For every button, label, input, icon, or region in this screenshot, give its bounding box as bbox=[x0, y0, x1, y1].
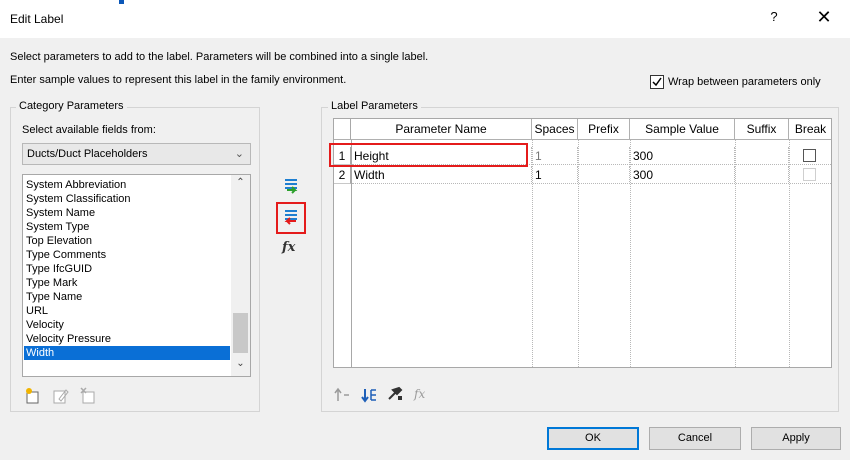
header-break: Break bbox=[789, 119, 831, 140]
cell-suffix[interactable] bbox=[736, 166, 789, 184]
move-down-icon[interactable] bbox=[360, 386, 378, 404]
list-item[interactable]: Type IfcGUID bbox=[24, 262, 230, 276]
format-icon[interactable] bbox=[386, 385, 404, 403]
wrap-checkbox[interactable] bbox=[650, 75, 664, 89]
cell-spaces[interactable]: 1 bbox=[533, 166, 578, 184]
header-sample-value: Sample Value bbox=[630, 119, 735, 140]
category-combo-value: Ducts/Duct Placeholders bbox=[27, 148, 148, 160]
highlight-box-remove bbox=[276, 202, 306, 234]
header-spaces: Spaces bbox=[532, 119, 578, 140]
category-parameters-title: Category Parameters bbox=[16, 100, 127, 112]
formula-icon[interactable]: fx bbox=[282, 240, 295, 255]
cell-break[interactable] bbox=[790, 147, 831, 165]
list-item[interactable]: Type Name bbox=[24, 290, 230, 304]
header-prefix: Prefix bbox=[578, 119, 630, 140]
info-text-1: Select parameters to add to the label. P… bbox=[10, 51, 429, 63]
list-item[interactable]: Velocity bbox=[24, 318, 230, 332]
move-up-icon[interactable] bbox=[333, 386, 351, 404]
window-title: Edit Label bbox=[10, 12, 64, 26]
chevron-down-icon: ⌄ bbox=[234, 148, 244, 160]
highlight-box-height bbox=[329, 143, 528, 167]
header-parameter-name: Parameter Name bbox=[351, 119, 532, 140]
list-item-selected[interactable]: Width bbox=[24, 346, 230, 360]
title-accent bbox=[119, 0, 124, 4]
scroll-up-icon[interactable]: ⌃ bbox=[231, 177, 250, 193]
select-fields-label: Select available fields from: bbox=[22, 124, 156, 136]
formula-disabled-icon: fx bbox=[414, 387, 426, 401]
break-checkbox-disabled bbox=[803, 168, 816, 181]
cell-suffix[interactable] bbox=[736, 147, 789, 165]
category-combo[interactable]: Ducts/Duct Placeholders ⌄ bbox=[22, 143, 251, 165]
info-text-2: Enter sample values to represent this la… bbox=[10, 74, 347, 86]
cell-parameter-name[interactable]: Width bbox=[352, 166, 532, 184]
list-item[interactable]: URL bbox=[24, 304, 230, 318]
list-item[interactable]: System Type bbox=[24, 220, 230, 234]
list-item[interactable]: System Abbreviation bbox=[24, 178, 230, 192]
cell-break bbox=[790, 166, 831, 184]
grid-corner bbox=[334, 119, 351, 140]
checkmark-icon bbox=[652, 77, 662, 87]
list-item[interactable]: System Name bbox=[24, 206, 230, 220]
scroll-thumb[interactable] bbox=[233, 313, 248, 353]
break-checkbox[interactable] bbox=[803, 149, 816, 162]
list-item[interactable]: Type Comments bbox=[24, 248, 230, 262]
label-parameters-title: Label Parameters bbox=[328, 100, 421, 112]
cell-sample-value[interactable]: 300 bbox=[631, 147, 735, 165]
title-bar bbox=[0, 0, 850, 38]
wrap-label: Wrap between parameters only bbox=[668, 76, 821, 88]
list-item[interactable]: Velocity Pressure bbox=[24, 332, 230, 346]
ok-button[interactable]: OK bbox=[547, 427, 639, 450]
edit-parameter-icon[interactable] bbox=[52, 387, 70, 405]
cell-spaces[interactable]: 1 bbox=[533, 147, 578, 165]
list-item[interactable]: System Classification bbox=[24, 192, 230, 206]
delete-parameter-icon[interactable] bbox=[80, 387, 98, 405]
close-button[interactable]: ✕ bbox=[812, 7, 836, 29]
list-item[interactable]: Top Elevation bbox=[24, 234, 230, 248]
header-suffix: Suffix bbox=[735, 119, 789, 140]
new-parameter-icon[interactable] bbox=[24, 387, 42, 405]
cell-sample-value[interactable]: 300 bbox=[631, 166, 735, 184]
help-button[interactable]: ? bbox=[764, 9, 784, 27]
cell-prefix[interactable] bbox=[579, 147, 630, 165]
row-number[interactable]: 2 bbox=[334, 166, 351, 184]
list-scrollbar[interactable]: ⌃ ⌄ bbox=[231, 175, 250, 376]
scroll-down-icon[interactable]: ⌄ bbox=[231, 358, 250, 374]
apply-button[interactable]: Apply bbox=[751, 427, 841, 450]
list-item[interactable]: Type Mark bbox=[24, 276, 230, 290]
cancel-button[interactable]: Cancel bbox=[649, 427, 741, 450]
add-parameter-icon[interactable] bbox=[282, 176, 300, 194]
cell-prefix[interactable] bbox=[579, 166, 630, 184]
category-field-list[interactable]: System Abbreviation System Classificatio… bbox=[22, 174, 251, 377]
